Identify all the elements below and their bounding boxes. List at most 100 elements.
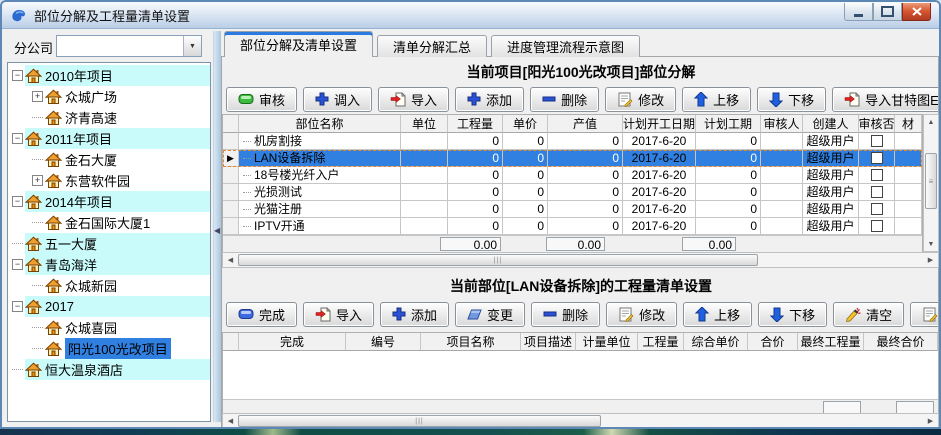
- move-up-button[interactable]: 上移: [682, 87, 751, 112]
- column-header[interactable]: 计划开工日期: [623, 115, 696, 133]
- move-down-button[interactable]: 下移: [757, 87, 826, 112]
- branch-combobox[interactable]: ▼: [56, 35, 202, 57]
- scroll-right-icon[interactable]: ▶: [923, 414, 938, 428]
- audit-button[interactable]: 审核: [226, 87, 297, 112]
- add-button[interactable]: 添加: [455, 87, 524, 112]
- collapse-icon[interactable]: −: [12, 196, 23, 207]
- column-header[interactable]: 最终合价: [864, 333, 938, 351]
- tree-item[interactable]: 金石国际大厦1: [8, 212, 210, 233]
- column-header[interactable]: 合价: [748, 333, 798, 351]
- audit-checkbox[interactable]: [871, 169, 883, 181]
- tree-item[interactable]: 济青高速: [8, 107, 210, 128]
- scroll-left-icon[interactable]: ◀: [223, 253, 238, 267]
- tree-item[interactable]: −2017: [8, 296, 210, 317]
- column-header[interactable]: 计量单位: [576, 333, 638, 351]
- delete-button[interactable]: 删除: [530, 87, 599, 112]
- parts-row[interactable]: IPTV开通0002017-6-200超级用户: [223, 218, 922, 235]
- tree-item[interactable]: −2014年项目: [8, 191, 210, 212]
- parts-row[interactable]: ▶LAN设备拆除0002017-6-200超级用户: [223, 150, 922, 167]
- hscroll-thumb[interactable]: |||: [238, 254, 758, 266]
- hscroll-thumb[interactable]: |||: [238, 415, 601, 427]
- tree-item[interactable]: 众城喜园: [8, 317, 210, 338]
- add-button[interactable]: 添加: [380, 302, 449, 327]
- tree-item[interactable]: 阳光100光改项目: [8, 338, 210, 359]
- column-header[interactable]: 工程量: [448, 115, 503, 133]
- expand-icon[interactable]: +: [32, 175, 43, 186]
- tab-part-decomposition[interactable]: 部位分解及清单设置: [224, 31, 373, 57]
- column-header[interactable]: 项目描述: [521, 333, 576, 351]
- collapse-icon[interactable]: −: [12, 70, 23, 81]
- tree-item[interactable]: 恒大温泉酒店: [8, 359, 210, 380]
- clear-button[interactable]: 清空: [833, 302, 904, 327]
- tree-item[interactable]: +东营软件园: [8, 170, 210, 191]
- modify-button[interactable]: 修改: [606, 302, 677, 327]
- tree-item[interactable]: +众城广场: [8, 86, 210, 107]
- column-header[interactable]: 部位名称: [239, 115, 401, 133]
- import-button[interactable]: 导入: [303, 302, 374, 327]
- column-header[interactable]: 创建人: [803, 115, 859, 133]
- pull-in-button[interactable]: 调入: [303, 87, 372, 112]
- batch-price-button[interactable]: 批量调价: [910, 302, 938, 327]
- parts-row[interactable]: 光损测试0002017-6-200超级用户: [223, 184, 922, 201]
- column-header[interactable]: 单价: [503, 115, 548, 133]
- column-header[interactable]: 单位: [401, 115, 448, 133]
- column-header[interactable]: 最终工程量: [798, 333, 864, 351]
- column-header[interactable]: 编号: [346, 333, 421, 351]
- column-header[interactable]: 工程量: [638, 333, 684, 351]
- column-header[interactable]: 审核否: [859, 115, 895, 133]
- tree-item-row: 阳光100光改项目: [45, 338, 210, 359]
- audit-checkbox[interactable]: [871, 152, 883, 164]
- change-button[interactable]: 变更: [455, 302, 525, 327]
- boq-grid-hscrollbar[interactable]: ◀ ||| ▶: [222, 413, 939, 429]
- vscroll-thumb[interactable]: ≡: [925, 153, 937, 209]
- tab-progress-flow[interactable]: 进度管理流程示意图: [491, 35, 640, 57]
- collapse-icon[interactable]: −: [12, 133, 23, 144]
- parts-row[interactable]: 光猫注册0002017-6-200超级用户: [223, 201, 922, 218]
- scroll-up-icon[interactable]: ▲: [924, 115, 938, 129]
- tab-boq-summary[interactable]: 清单分解汇总: [377, 35, 487, 57]
- audit-checkbox[interactable]: [871, 135, 883, 147]
- grid-header-row: 部位名称单位工程量单价产值计划开工日期计划工期审核人创建人审核否材: [223, 115, 922, 133]
- part-name: 光损测试: [254, 184, 302, 200]
- minimize-button[interactable]: [844, 3, 873, 21]
- column-header[interactable]: 材: [895, 115, 922, 133]
- column-header[interactable]: 完成: [239, 333, 346, 351]
- parts-grid-vscrollbar[interactable]: ▲ ≡ ▼: [923, 114, 939, 252]
- audit-checkbox[interactable]: [871, 203, 883, 215]
- tree-item[interactable]: −青岛海洋: [8, 254, 210, 275]
- tree-item[interactable]: 金石大厦: [8, 149, 210, 170]
- tree-item[interactable]: 众城新园: [8, 275, 210, 296]
- column-header[interactable]: 项目名称: [421, 333, 521, 351]
- modify-button[interactable]: 修改: [605, 87, 676, 112]
- scroll-down-icon[interactable]: ▼: [924, 237, 938, 251]
- column-header[interactable]: 产值: [548, 115, 623, 133]
- collapse-icon[interactable]: −: [12, 301, 23, 312]
- parts-grid-hscrollbar[interactable]: ◀ ||| ▶: [222, 252, 939, 268]
- tree-item[interactable]: −2010年项目: [8, 65, 210, 86]
- tree-item[interactable]: 五一大厦: [8, 233, 210, 254]
- audit-checkbox[interactable]: [871, 186, 883, 198]
- column-header[interactable]: 综合单价: [684, 333, 748, 351]
- parts-row[interactable]: 机房割接0002017-6-200超级用户: [223, 133, 922, 150]
- column-header[interactable]: 审核人: [761, 115, 803, 133]
- delete-button[interactable]: 删除: [531, 302, 600, 327]
- finish-button[interactable]: 完成: [226, 302, 297, 327]
- move-down-button[interactable]: 下移: [758, 302, 827, 327]
- audit-checkbox[interactable]: [871, 220, 883, 232]
- tree-item[interactable]: −2011年项目: [8, 128, 210, 149]
- scroll-right-icon[interactable]: ▶: [923, 253, 938, 267]
- expand-icon[interactable]: +: [32, 91, 43, 102]
- import-gantt-excel-button[interactable]: 导入甘特图Excel: [832, 87, 938, 112]
- collapse-icon[interactable]: −: [12, 259, 23, 270]
- scroll-left-icon[interactable]: ◀: [223, 414, 238, 428]
- import-button[interactable]: 导入: [378, 87, 449, 112]
- collapse-arrow-icon[interactable]: ◀: [214, 226, 220, 235]
- maximize-button[interactable]: [873, 3, 902, 21]
- close-button[interactable]: [902, 3, 931, 21]
- column-header[interactable]: 计划工期: [696, 115, 761, 133]
- parts-row[interactable]: 18号楼光纤入户0002017-6-200超级用户: [223, 167, 922, 184]
- dropdown-arrow-icon[interactable]: ▼: [183, 36, 201, 56]
- move-up-button[interactable]: 上移: [683, 302, 752, 327]
- audited-cell: [859, 201, 895, 218]
- panel-splitter[interactable]: ◀: [213, 31, 221, 422]
